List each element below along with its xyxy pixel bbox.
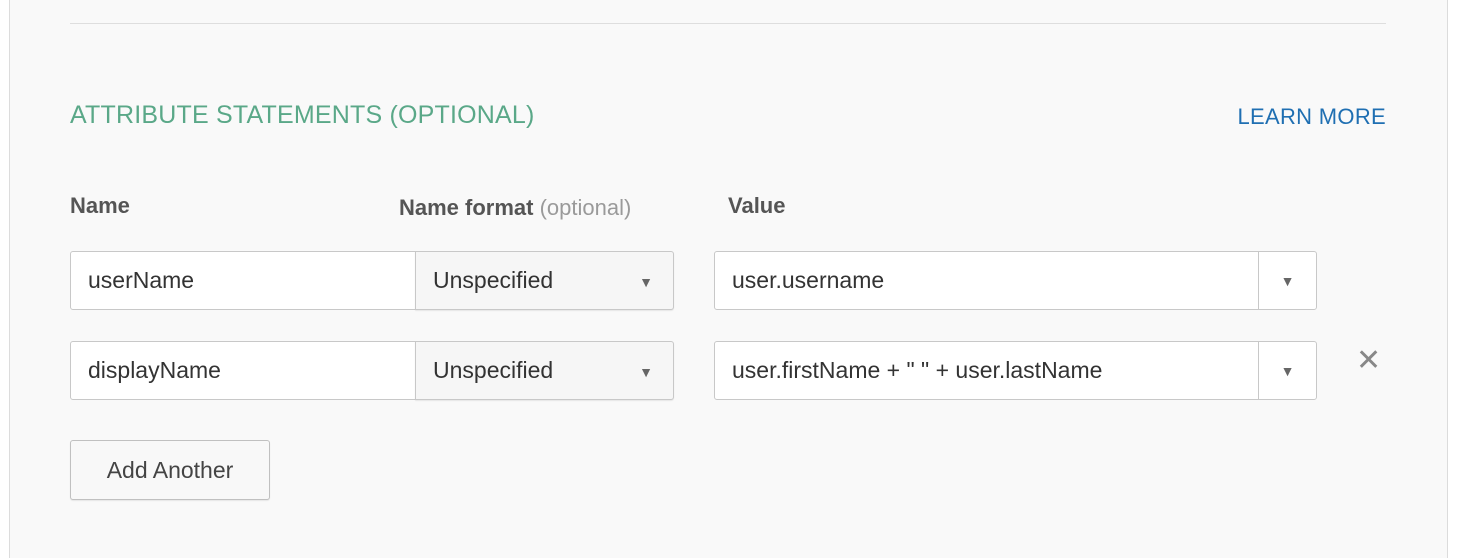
attribute-value-field[interactable]: ▼: [714, 341, 1317, 400]
add-another-button[interactable]: Add Another: [70, 440, 270, 500]
value-dropdown-button[interactable]: ▼: [1258, 342, 1316, 399]
attribute-value-input[interactable]: [715, 342, 1258, 399]
name-format-label-text: Name format: [399, 195, 534, 220]
chevron-down-icon: ▼: [639, 364, 653, 380]
chevron-down-icon: ▼: [1280, 272, 1295, 289]
name-format-select[interactable]: Unspecified ▼: [415, 341, 674, 400]
attribute-name-input[interactable]: [70, 251, 416, 310]
chevron-down-icon: ▼: [1280, 362, 1295, 379]
section-divider: [70, 23, 1386, 24]
optional-hint: (optional): [539, 195, 632, 220]
attribute-value-input[interactable]: [715, 252, 1258, 309]
attribute-name-input[interactable]: [70, 341, 416, 400]
value-dropdown-button[interactable]: ▼: [1258, 252, 1316, 309]
section-title: ATTRIBUTE STATEMENTS (OPTIONAL): [70, 101, 535, 129]
name-format-select[interactable]: Unspecified ▼: [415, 251, 674, 310]
name-column-label: Name: [70, 193, 130, 218]
value-column-label: Value: [728, 193, 786, 218]
chevron-down-icon: ▼: [639, 274, 653, 290]
name-format-selected-value: Unspecified: [433, 267, 554, 293]
name-format-column-label: Name format (optional): [399, 195, 631, 221]
learn-more-link[interactable]: LEARN MORE: [1238, 104, 1386, 130]
attribute-value-field[interactable]: ▼: [714, 251, 1317, 310]
remove-row-icon[interactable]: ✕: [1356, 346, 1381, 376]
name-format-selected-value: Unspecified: [433, 357, 554, 383]
